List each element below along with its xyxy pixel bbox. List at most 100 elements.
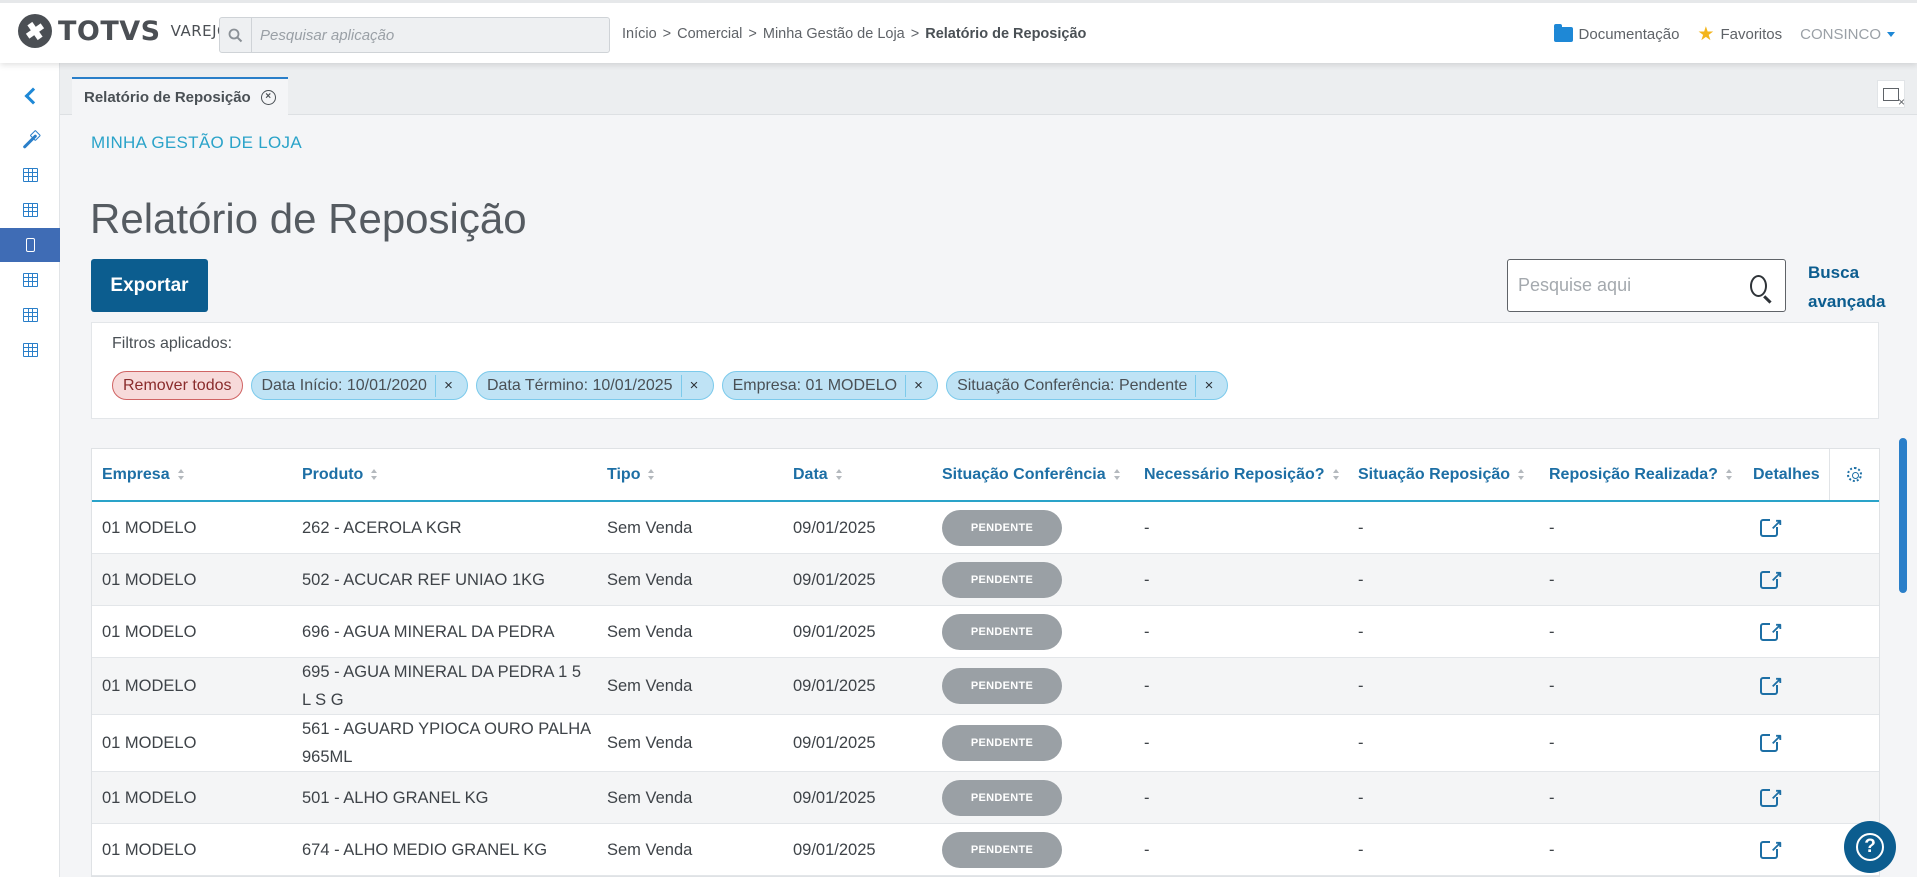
details-link[interactable]	[1760, 772, 1783, 823]
cell-text: -	[1549, 677, 1555, 695]
cell-situacao-reposicao: -	[1358, 606, 1364, 657]
close-all-tabs-button[interactable]	[1877, 80, 1905, 109]
cell-text: 09/01/2025	[793, 570, 876, 589]
details-link[interactable]	[1760, 554, 1783, 605]
column-header-situacao-conferencia[interactable]: Situação Conferência	[942, 449, 1121, 500]
details-link[interactable]	[1760, 502, 1783, 553]
app-search-input[interactable]	[252, 19, 609, 51]
external-link-icon	[1760, 833, 1783, 861]
cell-empresa: 01 MODELO	[102, 715, 196, 771]
details-link[interactable]	[1760, 606, 1783, 657]
column-header-produto[interactable]: Produto	[302, 449, 378, 500]
sidebar-item-table-5[interactable]	[0, 333, 60, 367]
column-header-reposicao-realizada[interactable]: Reposição Realizada?	[1549, 449, 1733, 500]
column-header-empresa[interactable]: Empresa	[102, 449, 185, 500]
totvs-logo[interactable]: TOTVS VAREJO	[18, 14, 229, 48]
export-button[interactable]: Exportar	[91, 259, 208, 312]
column-header-tipo[interactable]: Tipo	[607, 449, 655, 500]
cell-text: -	[1549, 622, 1555, 641]
chevron-left-icon	[24, 87, 42, 105]
cell-text: 09/01/2025	[793, 622, 876, 641]
cell-produto: 501 - ALHO GRANEL KG	[302, 772, 592, 823]
cell-situacao-conferencia: PENDENTE	[942, 715, 1062, 771]
cell-tipo: Sem Venda	[607, 824, 692, 875]
table-row: 01 MODELO 561 - AGUARD YPIOCA OURO PALHA …	[92, 715, 1879, 772]
cell-data: 09/01/2025	[793, 554, 876, 605]
breadcrumb-comercial[interactable]: Comercial	[677, 26, 742, 42]
sort-icon	[1332, 468, 1340, 481]
cell-text: 01 MODELO	[102, 734, 197, 752]
sidebar-item-tools[interactable]	[0, 124, 60, 158]
close-icon[interactable]: ×	[905, 374, 927, 397]
table-row: 01 MODELO 674 - ALHO MEDIO GRANEL KG Sem V…	[92, 824, 1879, 876]
cell-text: Sem Venda	[607, 840, 693, 859]
remove-all-filters-button[interactable]: Remover todos	[112, 371, 243, 400]
sidebar-item-table-2[interactable]	[0, 193, 60, 227]
sort-icon	[1113, 468, 1121, 481]
sidebar-item-mobile[interactable]	[0, 228, 60, 262]
favorites-link[interactable]: ★ Favoritos	[1697, 25, 1782, 44]
column-header-necessario-reposicao[interactable]: Necessário Reposição?	[1144, 449, 1340, 500]
table-row: 01 MODELO 501 - ALHO GRANEL KG Sem Venda 09…	[92, 772, 1879, 824]
cell-text: Sem Venda	[607, 570, 693, 589]
close-icon[interactable]: ×	[434, 374, 457, 397]
filter-chip-empresa: Empresa: 01 MODELO ×	[721, 371, 939, 400]
cell-text: 09/01/2025	[793, 518, 876, 537]
sort-icon	[1518, 468, 1525, 481]
sidebar-item-table-1[interactable]	[0, 158, 60, 192]
wand-icon	[22, 133, 38, 149]
details-link[interactable]	[1760, 658, 1783, 714]
external-link-icon	[1760, 669, 1783, 697]
search-icon[interactable]	[1750, 274, 1767, 297]
advanced-search-link[interactable]: Busca avançada	[1808, 258, 1888, 316]
cell-text: -	[1549, 734, 1555, 752]
collapse-sidebar-button[interactable]	[0, 79, 60, 113]
breadcrumb-minha-gestao[interactable]: Minha Gestão de Loja	[763, 26, 905, 42]
user-menu[interactable]: CONSINCO	[1800, 26, 1895, 43]
status-badge: PENDENTE	[942, 779, 1062, 816]
content-search-input[interactable]	[1508, 265, 1750, 306]
star-icon: ★	[1697, 24, 1715, 45]
tab-relatorio-reposicao[interactable]: Relatório de Reposição ×	[72, 77, 288, 115]
sidebar-item-table-3[interactable]	[0, 263, 60, 297]
breadcrumb-current: Relatório de Reposição	[925, 26, 1087, 42]
column-label: Detalhes	[1753, 465, 1820, 483]
cell-necessario-reposicao: -	[1144, 658, 1150, 714]
table-icon	[22, 343, 38, 357]
cell-reposicao-realizada: -	[1549, 715, 1555, 771]
cell-text: -	[1549, 570, 1555, 589]
close-icon[interactable]: ×	[680, 374, 703, 397]
help-button[interactable]: ?	[1844, 821, 1896, 873]
mobile-icon	[25, 238, 35, 252]
cell-text: -	[1358, 622, 1364, 641]
cell-text: -	[1358, 570, 1364, 589]
sidebar-item-table-4[interactable]	[0, 298, 60, 332]
breadcrumb: Início > Comercial > Minha Gestão de Loj…	[622, 26, 1086, 42]
details-link[interactable]	[1760, 824, 1783, 875]
cell-situacao-conferencia: PENDENTE	[942, 824, 1062, 875]
breadcrumb-inicio[interactable]: Início	[622, 26, 657, 42]
scrollbar-thumb[interactable]	[1899, 438, 1907, 593]
cell-necessario-reposicao: -	[1144, 772, 1150, 823]
cell-text: -	[1358, 677, 1364, 695]
cell-text: 09/01/2025	[793, 840, 876, 859]
filter-chip-label: Data Término: 10/01/2025	[486, 376, 673, 394]
cell-text: 09/01/2025	[793, 677, 876, 695]
cell-reposicao-realizada: -	[1549, 658, 1555, 714]
cell-text: 674 - ALHO MEDIO GRANEL KG	[302, 840, 548, 859]
column-header-data[interactable]: Data	[793, 449, 843, 500]
breadcrumb-separator: >	[748, 26, 757, 42]
details-link[interactable]	[1760, 715, 1783, 771]
documentation-link[interactable]: Documentação	[1553, 24, 1679, 43]
table-settings-button[interactable]	[1829, 449, 1879, 500]
cell-text: -	[1144, 677, 1150, 695]
cell-data: 09/01/2025	[793, 715, 876, 771]
cell-text: Sem Venda	[607, 734, 693, 752]
filter-chip-label: Data Início: 10/01/2020	[261, 376, 427, 394]
cell-empresa: 01 MODELO	[102, 772, 196, 823]
close-icon[interactable]: ×	[1195, 374, 1217, 397]
column-header-situacao-reposicao[interactable]: Situação Reposição	[1358, 449, 1525, 500]
cell-necessario-reposicao: -	[1144, 502, 1150, 553]
cell-text: 695 - AGUA MINERAL DA PEDRA 1 5 L S G	[302, 663, 582, 709]
close-tab-icon[interactable]: ×	[260, 89, 276, 105]
